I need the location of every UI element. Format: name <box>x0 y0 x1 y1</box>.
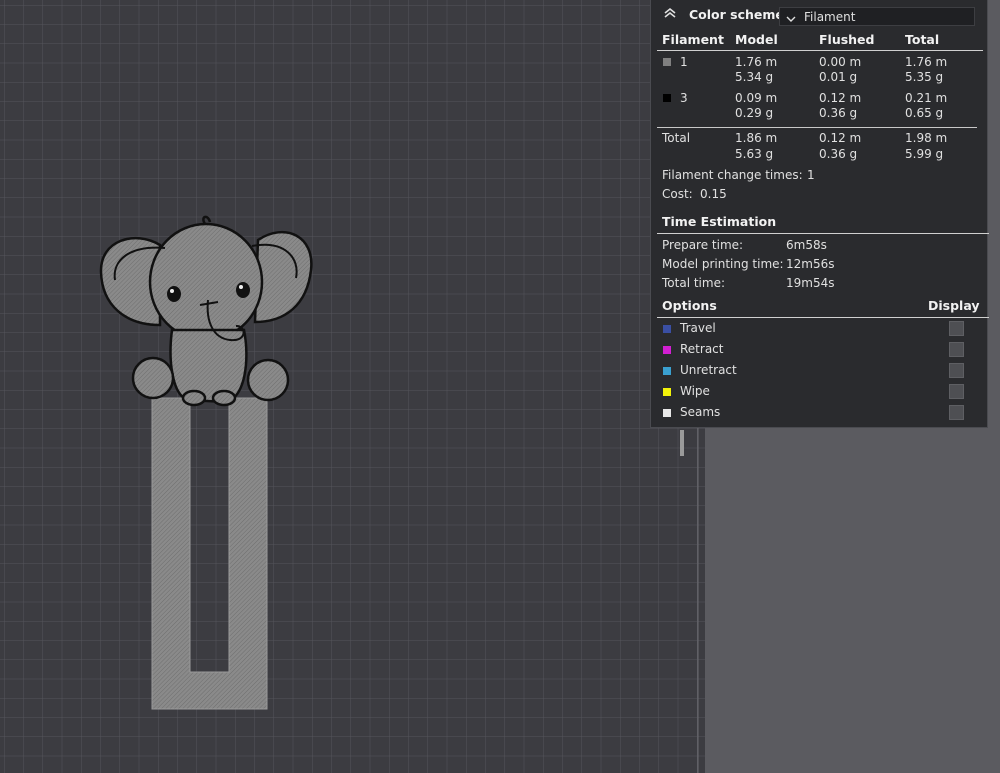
change-times-value: 1 <box>807 168 815 182</box>
flushed-weight: 0.01 g <box>819 70 858 84</box>
time-estimation-title: Time Estimation <box>662 214 777 229</box>
totals-flushed-length: 0.12 m <box>819 131 862 145</box>
total-length: 1.76 m <box>905 55 948 69</box>
option-retract: Retract <box>680 342 724 356</box>
col-header-filament: Filament <box>662 32 724 47</box>
collapse-chevron-icon[interactable] <box>663 7 677 19</box>
total-time-label: Total time: <box>662 276 725 290</box>
seams-swatch <box>663 409 671 417</box>
filament-swatch <box>663 58 671 66</box>
totals-model-length: 1.86 m <box>735 131 778 145</box>
divider <box>657 233 989 234</box>
total-weight: 5.35 g <box>905 70 944 84</box>
col-header-flushed: Flushed <box>819 32 875 47</box>
model-weight: 0.29 g <box>735 106 774 120</box>
color-scheme-select[interactable]: Filament <box>779 7 975 26</box>
option-travel: Travel <box>680 321 716 335</box>
travel-display-checkbox[interactable] <box>949 321 964 336</box>
cost-label: Cost: <box>662 187 693 201</box>
retract-swatch <box>663 346 671 354</box>
col-header-model: Model <box>735 32 778 47</box>
color-scheme-label: Color scheme <box>689 7 784 22</box>
color-scheme-value: Filament <box>804 10 856 24</box>
options-title: Options <box>662 298 717 313</box>
prepare-time-value: 6m58s <box>786 238 827 252</box>
divider <box>657 317 989 318</box>
wipe-display-checkbox[interactable] <box>949 384 964 399</box>
option-wipe: Wipe <box>680 384 710 398</box>
model-printing-time-label: Model printing time: <box>662 257 784 271</box>
retract-display-checkbox[interactable] <box>949 342 964 357</box>
model-length: 1.76 m <box>735 55 778 69</box>
totals-total-weight: 5.99 g <box>905 147 944 161</box>
change-times-label: Filament change times: <box>662 168 803 182</box>
totals-total-length: 1.98 m <box>905 131 948 145</box>
total-time-value: 19m54s <box>786 276 835 290</box>
divider <box>657 50 983 51</box>
flushed-length: 0.00 m <box>819 55 862 69</box>
cost-value: 0.15 <box>700 187 727 201</box>
model-length: 0.09 m <box>735 91 778 105</box>
display-header: Display <box>928 298 980 313</box>
chevron-down-icon <box>786 12 796 26</box>
slice-stats-panel: Color scheme Filament Filament Model Flu… <box>650 0 989 428</box>
wipe-swatch <box>663 388 671 396</box>
totals-model-weight: 5.63 g <box>735 147 774 161</box>
filament-id: 1 <box>680 55 688 69</box>
unretract-swatch <box>663 367 671 375</box>
option-unretract: Unretract <box>680 363 737 377</box>
totals-flushed-weight: 0.36 g <box>819 147 858 161</box>
seams-display-checkbox[interactable] <box>949 405 964 420</box>
unretract-display-checkbox[interactable] <box>949 363 964 378</box>
flushed-length: 0.12 m <box>819 91 862 105</box>
travel-swatch <box>663 325 671 333</box>
total-weight: 0.65 g <box>905 106 944 120</box>
option-seams: Seams <box>680 405 721 419</box>
elephant-topper <box>99 215 313 407</box>
divider <box>657 127 977 128</box>
filament-id: 3 <box>680 91 688 105</box>
total-length: 0.21 m <box>905 91 948 105</box>
prepare-time-label: Prepare time: <box>662 238 744 252</box>
col-header-total: Total <box>905 32 940 47</box>
model-weight: 5.34 g <box>735 70 774 84</box>
model-printing-time-value: 12m56s <box>786 257 835 271</box>
totals-label: Total <box>662 131 691 145</box>
filament-swatch <box>663 94 671 102</box>
flushed-weight: 0.36 g <box>819 106 858 120</box>
